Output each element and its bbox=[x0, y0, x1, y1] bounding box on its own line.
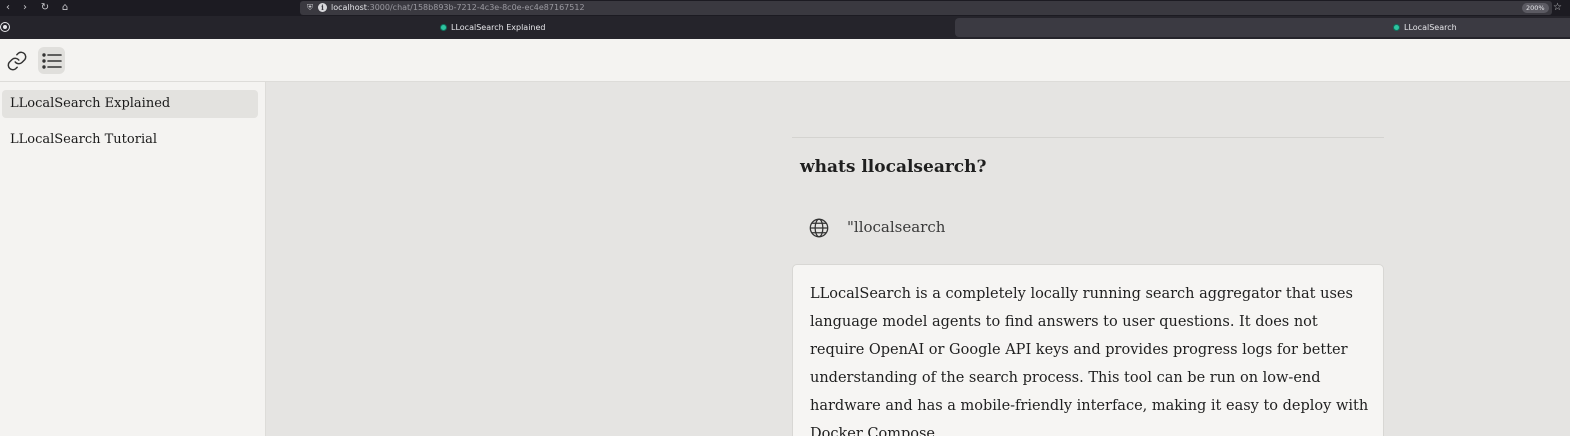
address-bar[interactable]: ⛨ i localhost:3000/chat/158b893b-7212-4c… bbox=[300, 1, 1552, 15]
url-path: :3000/chat/158b893b-7212-4c3e-8c0e-ec4e8… bbox=[366, 3, 585, 12]
reload-icon[interactable]: ↻ bbox=[38, 1, 52, 15]
globe-icon bbox=[809, 218, 829, 238]
app-header bbox=[0, 39, 1570, 82]
home-icon[interactable]: ⌂ bbox=[58, 1, 72, 15]
zoom-badge[interactable]: 200% bbox=[1522, 3, 1549, 13]
sidebar-item-llocalsearch-explained[interactable]: LLocalSearch Explained bbox=[2, 90, 258, 118]
sidebar: LLocalSearch Explained LLocalSearch Tuto… bbox=[0, 82, 266, 436]
link-icon bbox=[7, 51, 26, 70]
chat-area: whats llocalsearch? "llocalsearch LLocal… bbox=[267, 82, 1570, 436]
info-icon[interactable]: i bbox=[318, 3, 327, 12]
forward-icon[interactable]: › bbox=[18, 1, 32, 15]
tab-llocalsearch[interactable]: LLocalSearch bbox=[955, 18, 1570, 37]
back-icon[interactable]: ‹ bbox=[1, 1, 15, 15]
sidebar-item-llocalsearch-tutorial[interactable]: LLocalSearch Tutorial bbox=[2, 126, 258, 154]
search-step-text: "llocalsearch bbox=[847, 218, 946, 236]
tab-label: LLocalSearch bbox=[1404, 23, 1457, 32]
star-icon[interactable]: ☆ bbox=[1553, 0, 1562, 15]
browser-toolbar: ‹ › ↻ ⌂ ⛨ i localhost:3000/chat/158b893b… bbox=[0, 0, 1570, 16]
list-icon bbox=[41, 52, 62, 69]
link-button[interactable] bbox=[3, 47, 30, 74]
tab-bar: LLocalSearch Explained LLocalSearch bbox=[0, 16, 1570, 39]
divider bbox=[792, 137, 1384, 138]
url-text[interactable]: localhost:3000/chat/158b893b-7212-4c3e-8… bbox=[331, 1, 585, 15]
tab-label: LLocalSearch Explained bbox=[451, 23, 546, 32]
url-host: localhost bbox=[331, 3, 367, 12]
answer-text: LLocalSearch is a completely locally run… bbox=[810, 286, 1369, 436]
tab-favicon-icon bbox=[440, 24, 447, 31]
user-question: whats llocalsearch? bbox=[800, 157, 987, 177]
shield-icon[interactable]: ⛨ bbox=[307, 2, 313, 14]
tab-llocalsearch-explained[interactable]: LLocalSearch Explained bbox=[12, 18, 952, 37]
answer-card: LLocalSearch is a completely locally run… bbox=[792, 264, 1384, 436]
sidebar-toggle-icon[interactable] bbox=[1, 23, 9, 31]
list-button[interactable] bbox=[38, 47, 65, 74]
tab-favicon-icon bbox=[1393, 24, 1400, 31]
